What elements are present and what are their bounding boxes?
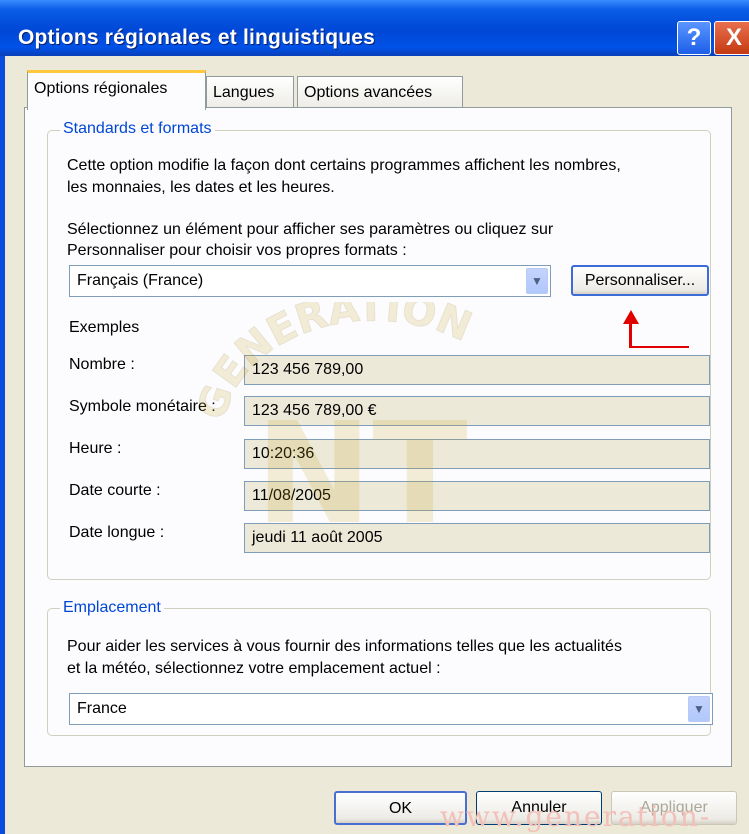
location-select[interactable]: France ▼ xyxy=(69,693,713,725)
tab-options-regionales[interactable]: Options régionales xyxy=(27,70,206,110)
standards-description-line2: les monnaies, les dates et les heures. xyxy=(67,179,335,196)
location-description-line1: Pour aider les services à vous fournir d… xyxy=(67,638,622,655)
locale-value: Français (France) xyxy=(77,272,204,289)
annotation-arrow-tail xyxy=(629,346,689,348)
customize-button[interactable]: Personnaliser... xyxy=(571,265,709,296)
tab-langues[interactable]: Langues xyxy=(206,76,294,110)
select-instruction-line1: Sélectionnez un élément pour afficher se… xyxy=(67,221,554,238)
tab-options-avancees[interactable]: Options avancées xyxy=(297,76,463,110)
dialog-window: Options régionales et linguistiques ? X … xyxy=(0,0,749,834)
title-bar[interactable]: Options régionales et linguistiques ? X xyxy=(0,0,749,56)
standards-legend: Standards et formats xyxy=(60,120,215,138)
chevron-down-icon[interactable]: ▼ xyxy=(688,696,710,722)
example-label-nombre: Nombre : xyxy=(69,356,135,373)
tab-label: Options avancées xyxy=(304,84,433,101)
tab-label: Langues xyxy=(213,84,275,101)
example-label-heure: Heure : xyxy=(69,440,122,457)
watermark-logo: GENERATION NT xyxy=(189,302,479,532)
help-icon: ? xyxy=(686,24,702,51)
watermark-footer: www.generation-nt.com xyxy=(440,800,712,834)
select-instruction-line2: Personnaliser pour choisir vos propres f… xyxy=(67,242,407,259)
example-label-date-longue: Date longue : xyxy=(69,524,165,541)
standards-description-line1: Cette option modifie la façon dont certa… xyxy=(67,157,621,174)
close-icon: X xyxy=(725,24,742,51)
chevron-down-icon[interactable]: ▼ xyxy=(526,268,548,294)
window-title: Options régionales et linguistiques xyxy=(18,26,376,49)
arrow-up-icon xyxy=(623,310,639,324)
help-button[interactable]: ? xyxy=(677,21,711,55)
close-button[interactable]: X xyxy=(714,21,749,55)
tab-label: Options régionales xyxy=(34,80,168,97)
example-label-date-courte: Date courte : xyxy=(69,482,161,499)
window-border xyxy=(0,56,5,834)
examples-label: Exemples xyxy=(69,319,140,336)
annotation-arrow-shaft xyxy=(629,324,632,348)
location-legend: Emplacement xyxy=(60,599,164,617)
location-value: France xyxy=(77,700,127,717)
locale-select[interactable]: Français (France) ▼ xyxy=(69,265,551,297)
watermark-letters: NT xyxy=(255,393,468,532)
location-description-line2: et la météo, sélectionnez votre emplacem… xyxy=(67,660,441,677)
